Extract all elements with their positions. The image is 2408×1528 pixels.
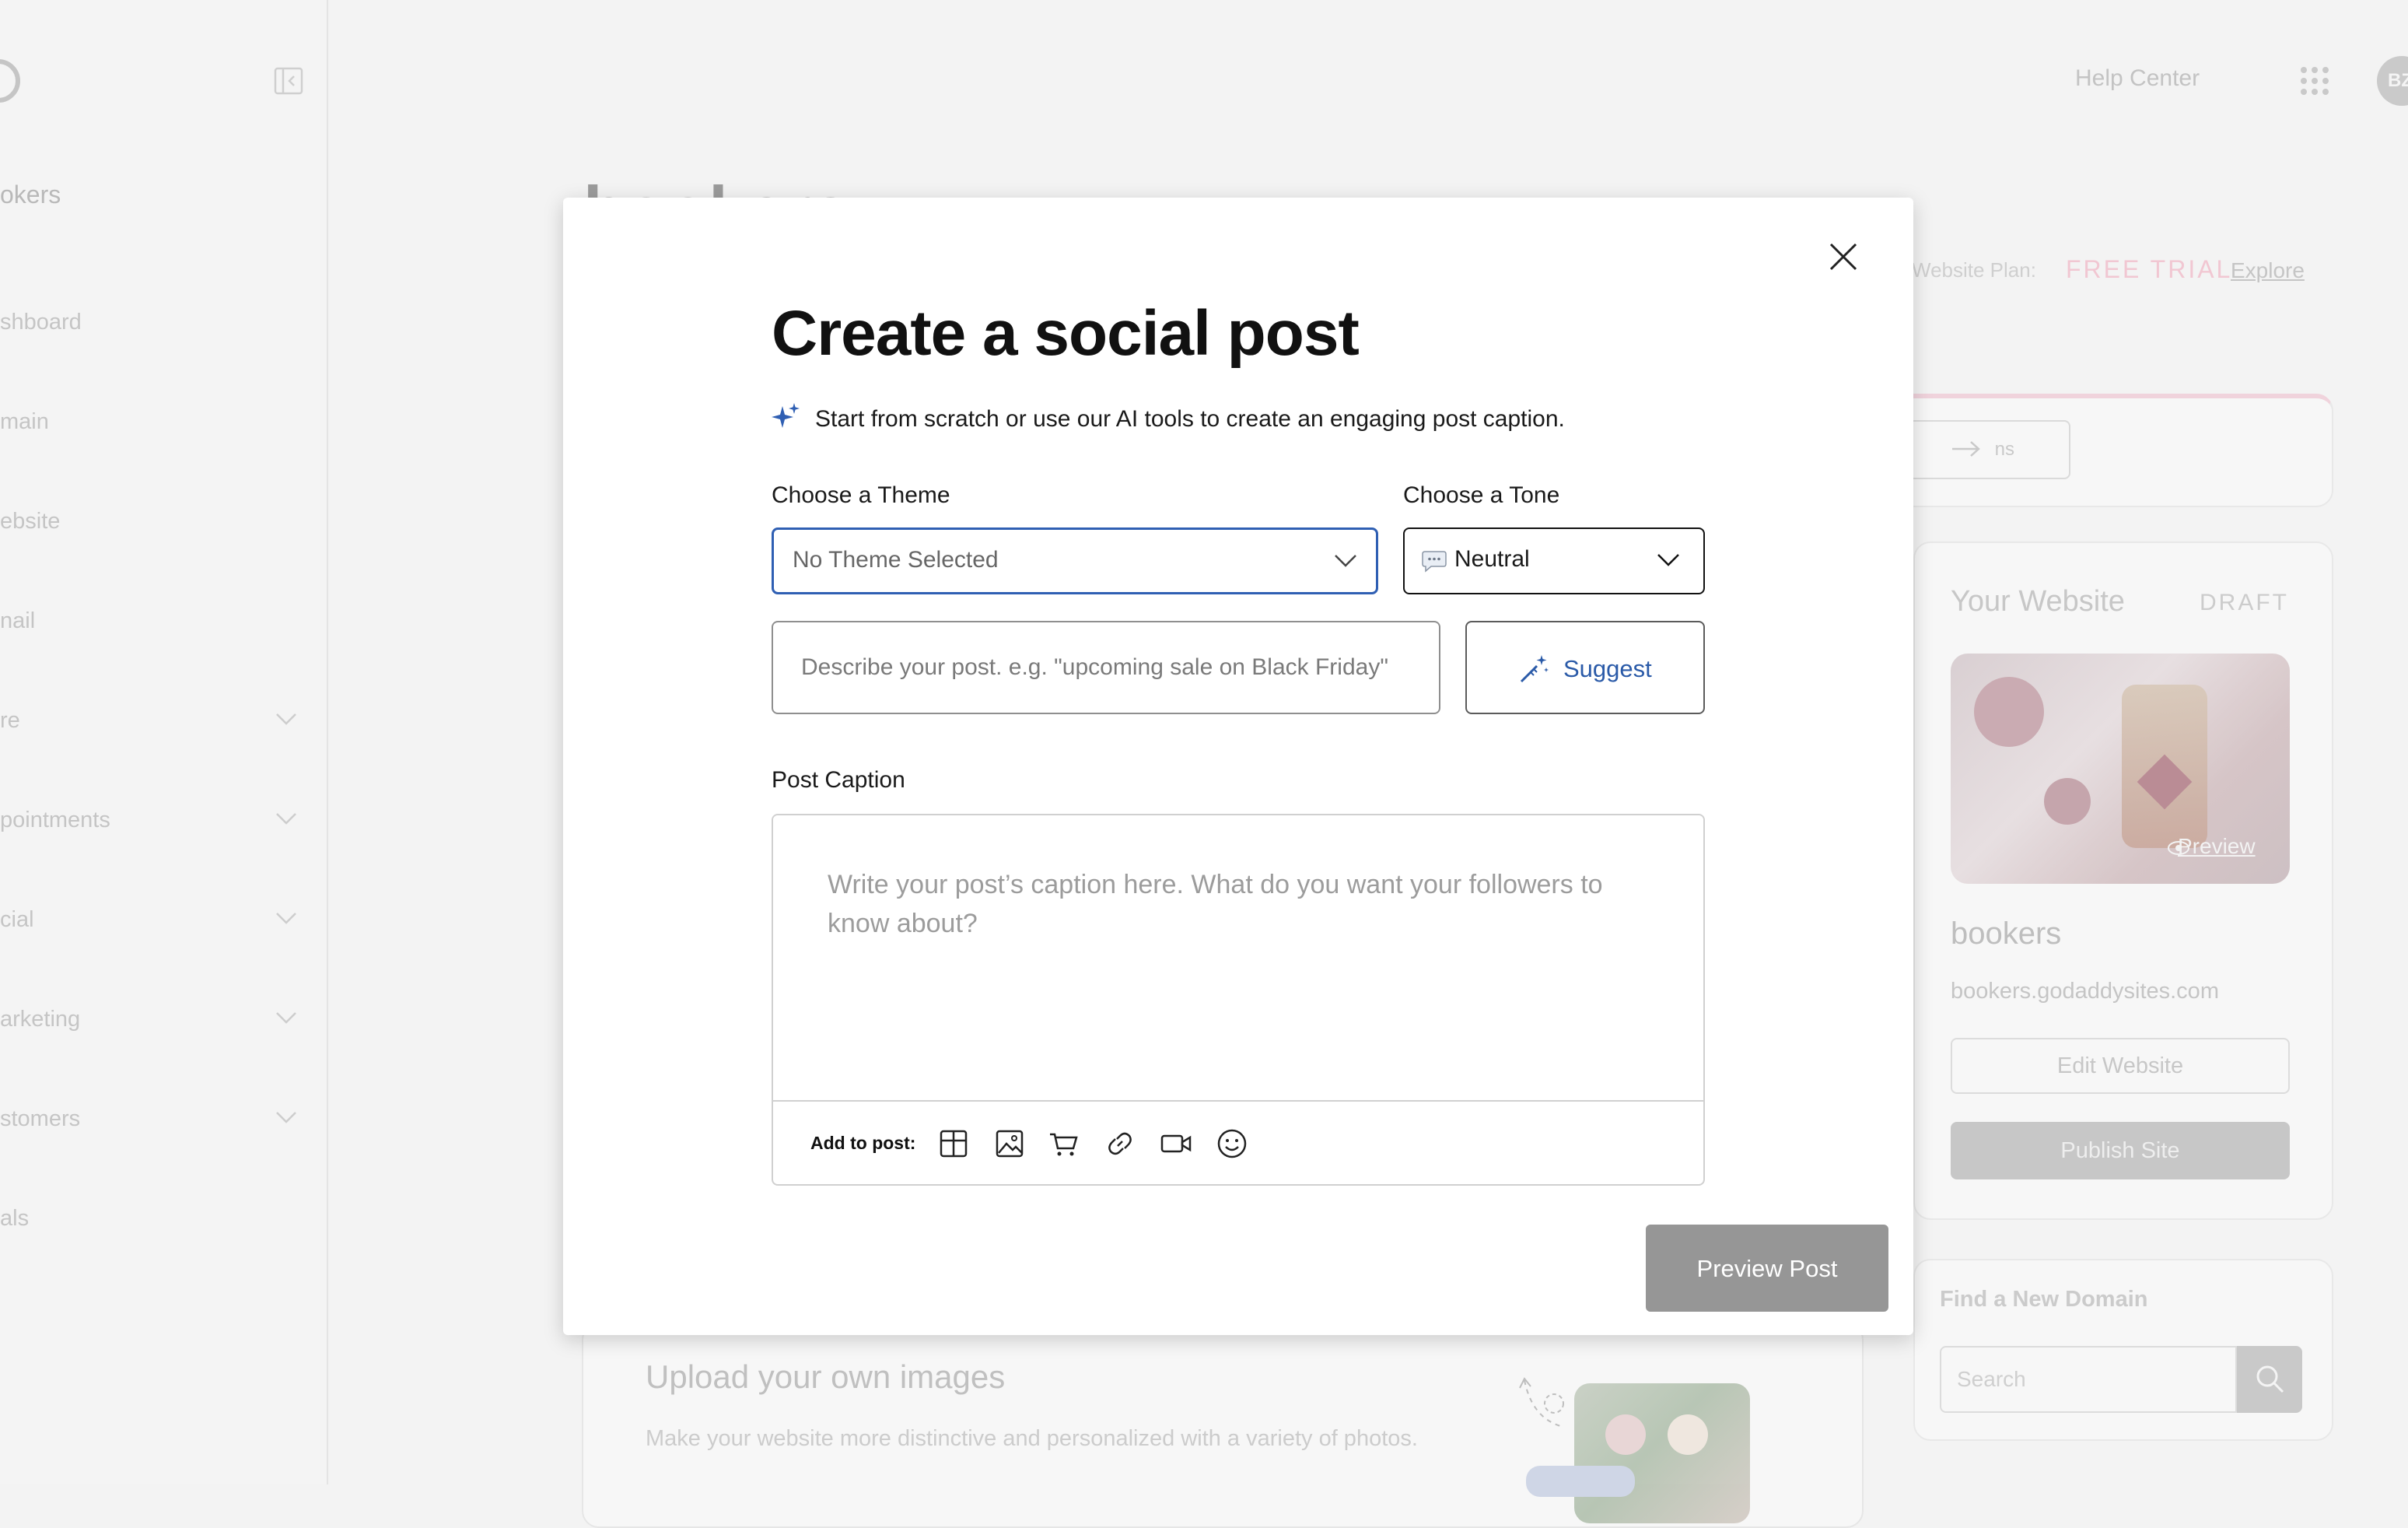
caption-textarea[interactable] xyxy=(773,815,1703,1100)
modal-subtitle: Start from scratch or use our AI tools t… xyxy=(815,406,1565,432)
ai-sparkle-icon xyxy=(772,403,800,428)
emoji-icon[interactable] xyxy=(1215,1127,1249,1161)
layout-icon[interactable] xyxy=(936,1127,971,1161)
describe-post-input[interactable] xyxy=(772,621,1440,714)
chevron-down-icon xyxy=(1657,554,1679,566)
theme-select-value: No Theme Selected xyxy=(793,547,999,573)
tone-label: Choose a Tone xyxy=(1403,482,1560,508)
speech-bubble-icon xyxy=(1422,551,1447,573)
post-caption-label: Post Caption xyxy=(772,767,905,793)
image-icon[interactable] xyxy=(992,1127,1027,1161)
suggest-button-label: Suggest xyxy=(1563,655,1652,682)
video-icon[interactable] xyxy=(1159,1127,1193,1161)
theme-select[interactable]: No Theme Selected xyxy=(772,527,1378,594)
close-icon[interactable] xyxy=(1825,238,1862,275)
cart-icon[interactable] xyxy=(1047,1127,1081,1161)
theme-label: Choose a Theme xyxy=(772,482,950,508)
caption-toolbar: Add to post: xyxy=(773,1100,1703,1184)
tone-select-value: Neutral xyxy=(1454,546,1530,572)
suggest-button[interactable]: Suggest xyxy=(1465,621,1705,714)
modal-title: Create a social post xyxy=(772,298,1360,369)
preview-post-button[interactable]: Preview Post xyxy=(1646,1225,1888,1312)
chevron-down-icon xyxy=(1335,555,1356,567)
add-to-post-label: Add to post: xyxy=(810,1133,916,1153)
tone-select[interactable]: Neutral xyxy=(1403,527,1705,594)
link-icon[interactable] xyxy=(1103,1127,1137,1161)
caption-editor: Add to post: xyxy=(772,814,1705,1186)
magic-wand-icon xyxy=(1520,655,1549,683)
